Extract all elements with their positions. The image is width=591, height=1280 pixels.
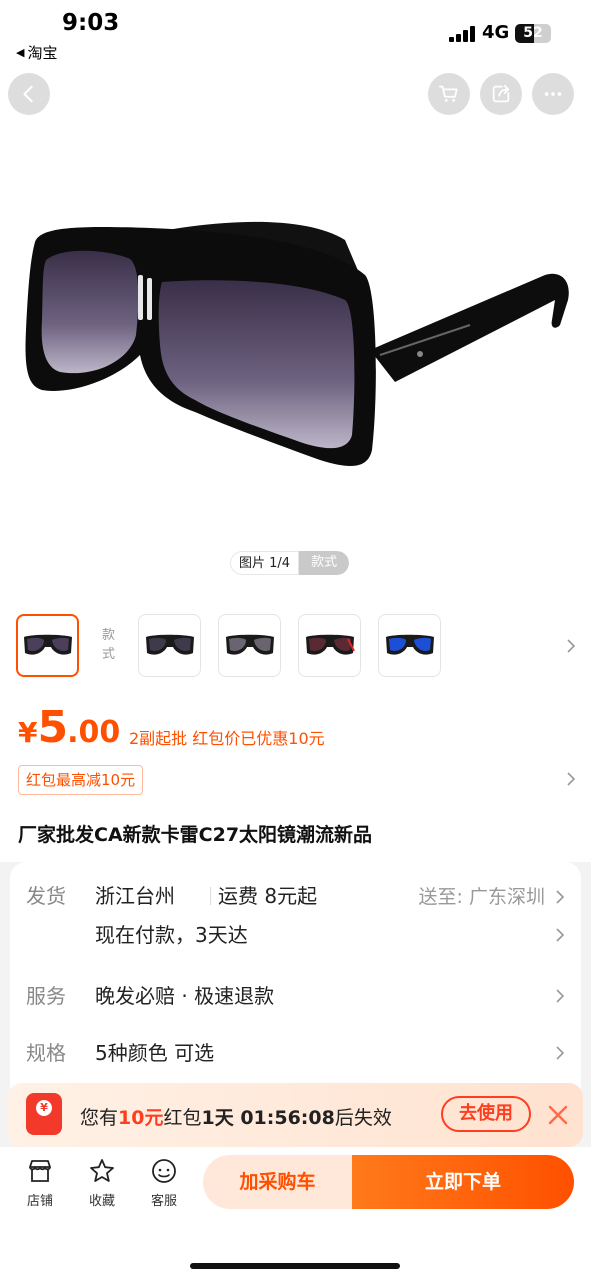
star-icon xyxy=(90,1159,114,1182)
service-label: 服务 xyxy=(26,984,66,1008)
share-icon xyxy=(492,84,510,103)
product-title: 厂家批发CA新款卡雷C27太阳镜潮流新品 xyxy=(18,824,373,846)
product-image[interactable] xyxy=(0,150,591,540)
cart-icon xyxy=(438,85,458,102)
cart-button[interactable] xyxy=(428,73,470,115)
sunglasses-thumb-icon xyxy=(305,634,355,655)
back-button[interactable] xyxy=(8,73,50,115)
buy-now-button[interactable]: 立即下单 xyxy=(352,1155,574,1209)
back-triangle-icon: ◀ xyxy=(16,46,25,59)
shipping-origin: 浙江台州 xyxy=(95,884,175,908)
style-label: 款式 xyxy=(102,628,116,662)
sunglasses-thumb-icon xyxy=(145,634,194,655)
favorite-tab[interactable]: 收藏 xyxy=(77,1157,127,1209)
style-thumb-2[interactable] xyxy=(138,614,201,677)
service-chevron-icon[interactable] xyxy=(553,989,567,1003)
spec-label: 规格 xyxy=(26,1041,66,1065)
product-summary: 款式 ¥ 5 .00 2副起批 红包价已优惠10元 红包最高减10元 厂家批发C… xyxy=(0,592,591,862)
coupon-banner: ¥ 您有10元红包1天 01:56:08后失效 去使用 xyxy=(8,1083,583,1147)
ship-to[interactable]: 送至: 广东深圳 xyxy=(419,882,545,909)
back-app-label: 淘宝 xyxy=(27,44,58,62)
service-tab-label: 客服 xyxy=(150,1194,177,1209)
styles-more-chevron-icon[interactable] xyxy=(564,639,578,653)
home-indicator xyxy=(190,1263,400,1269)
share-button[interactable] xyxy=(480,73,522,115)
divider xyxy=(210,887,211,905)
more-button[interactable] xyxy=(532,73,574,115)
use-coupon-button[interactable]: 去使用 xyxy=(441,1096,531,1132)
sunglasses-thumb-icon xyxy=(23,634,72,655)
service-text[interactable]: 晚发必赔 · 极速退款 xyxy=(95,980,274,1009)
spec-text[interactable]: 5种颜色 可选 xyxy=(95,1037,214,1066)
status-bar: 9:03 ◀ 淘宝 4G 52 xyxy=(0,0,591,70)
delivery-chevron-icon[interactable] xyxy=(553,928,567,942)
add-to-cart-button[interactable]: 加采购车 xyxy=(203,1155,352,1209)
back-to-app[interactable]: ◀ 淘宝 xyxy=(16,42,57,63)
ship-to-chevron-icon[interactable] xyxy=(553,890,567,904)
coupon-banner-text: 您有10元红包1天 01:56:08后失效 xyxy=(80,1107,392,1129)
more-icon xyxy=(544,92,562,96)
favorite-tab-label: 收藏 xyxy=(88,1194,115,1209)
close-icon[interactable] xyxy=(545,1102,571,1128)
image-pager[interactable]: 图片 1/4 款式 xyxy=(230,551,350,575)
price-integer: 5 xyxy=(37,702,68,753)
coupon-chevron-icon[interactable] xyxy=(564,772,578,786)
shop-icon xyxy=(29,1160,51,1182)
style-thumb-1[interactable] xyxy=(16,614,79,677)
sunglasses-thumb-icon xyxy=(225,634,274,655)
price: ¥ 5 .00 xyxy=(18,702,120,753)
style-tab[interactable]: 款式 xyxy=(299,551,350,575)
red-packet-icon: ¥ xyxy=(26,1093,62,1135)
signal-icon xyxy=(449,26,475,42)
battery-icon: 52 xyxy=(515,24,551,43)
status-time: 9:03 xyxy=(62,10,120,36)
shop-tab[interactable]: 店铺 xyxy=(15,1157,65,1209)
delivery-time: 现在付款，3天达 xyxy=(95,923,248,947)
network-type: 4G xyxy=(482,22,510,43)
style-thumb-3[interactable] xyxy=(218,614,281,677)
image-pager-label: 图片 1/4 xyxy=(230,551,300,575)
bottom-action-bar: 店铺 收藏 客服 加采购车 立即下单 xyxy=(0,1147,591,1280)
price-currency: ¥ xyxy=(18,716,38,749)
style-thumb-4[interactable] xyxy=(298,614,361,677)
sunglasses-thumb-icon xyxy=(385,634,434,655)
shop-tab-label: 店铺 xyxy=(26,1194,53,1209)
shipping-label: 发货 xyxy=(26,884,66,908)
shipping-fee: 运费 8元起 xyxy=(218,884,318,908)
back-arrow-icon xyxy=(23,85,33,103)
shipping-service-card: 发货 浙江台州 运费 8元起 送至: 广东深圳 现在付款，3天达 服务 晚发必赔… xyxy=(10,862,581,1102)
price-decimal: .00 xyxy=(67,715,121,750)
service-tab[interactable]: 客服 xyxy=(139,1157,189,1209)
coupon-tag[interactable]: 红包最高减10元 xyxy=(18,765,144,795)
spec-chevron-icon[interactable] xyxy=(553,1046,567,1060)
customer-service-icon xyxy=(152,1159,176,1183)
price-note: 2副起批 红包价已优惠10元 xyxy=(129,729,325,748)
style-thumb-5[interactable] xyxy=(378,614,441,677)
battery-level: 52 xyxy=(523,25,543,41)
